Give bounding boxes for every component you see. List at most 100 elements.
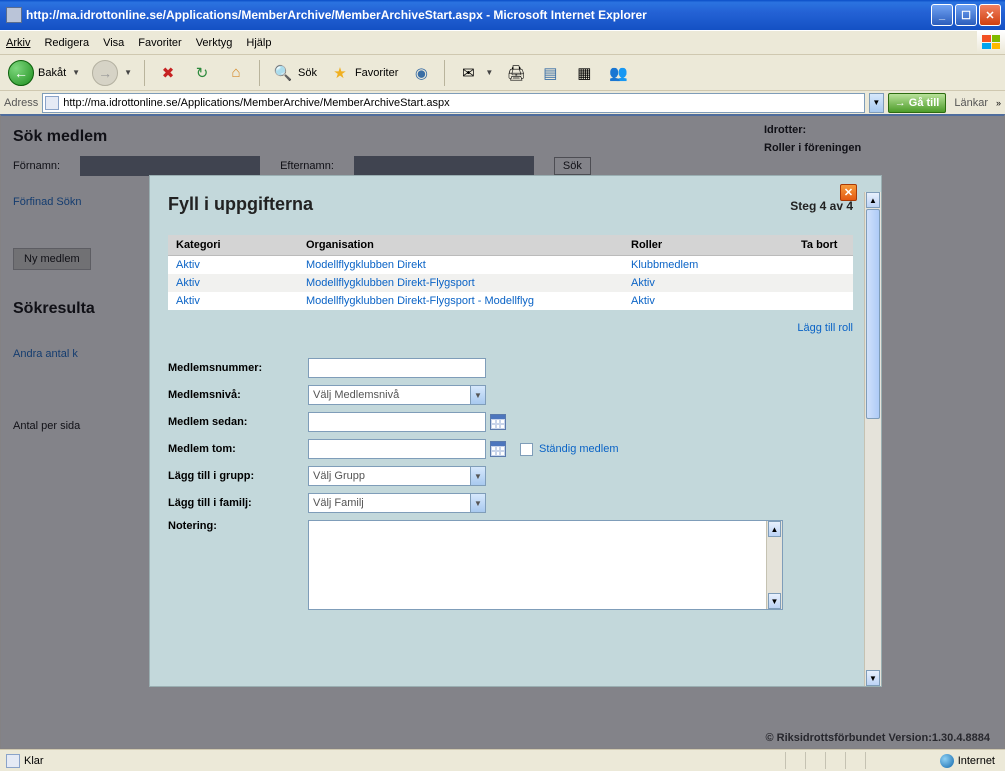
scroll-thumb[interactable] xyxy=(866,209,880,419)
address-label: Adress xyxy=(4,97,38,109)
go-label: Gå till xyxy=(909,97,940,109)
menu-arkiv[interactable]: Arkiv xyxy=(6,37,30,49)
maximize-button[interactable]: ☐ xyxy=(955,4,977,26)
window-titlebar: http://ma.idrottonline.se/Applications/M… xyxy=(0,0,1005,30)
calendar-icon[interactable] xyxy=(490,441,506,457)
forward-button[interactable]: → ▼ xyxy=(88,59,136,87)
input-medlemsnummer[interactable] xyxy=(308,358,486,378)
cell-kategori[interactable]: Aktiv xyxy=(168,292,298,310)
chevron-down-icon[interactable]: ▼ xyxy=(470,467,485,485)
search-label: Sök xyxy=(298,67,317,79)
textarea-scrollbar[interactable]: ▲ ▼ xyxy=(766,521,782,609)
separator xyxy=(259,60,260,86)
menu-verktyg[interactable]: Verktyg xyxy=(196,37,233,49)
separator xyxy=(444,60,445,86)
modal-dialog: ✕ ▲ ▼ Fyll i uppgifterna Steg 4 av 4 Kat… xyxy=(150,176,881,686)
menu-redigera[interactable]: Redigera xyxy=(44,37,89,49)
address-bar: Adress http://ma.idrottonline.se/Applica… xyxy=(0,90,1005,114)
edit-button[interactable]: ▤ xyxy=(535,59,565,87)
print-button[interactable]: 🖨 xyxy=(501,59,531,87)
cell-kategori[interactable]: Aktiv xyxy=(168,256,298,275)
calendar-icon[interactable] xyxy=(490,414,506,430)
table-row: Aktiv Modellflygklubben Direkt-Flygsport… xyxy=(168,292,853,310)
throbber-icon xyxy=(977,31,1005,53)
input-medlem-sedan[interactable] xyxy=(308,412,486,432)
scroll-down-button[interactable]: ▼ xyxy=(768,593,781,609)
modal-close-button[interactable]: ✕ xyxy=(840,184,857,201)
select-value: Välj Medlemsnivå xyxy=(313,389,399,401)
th-tabort: Ta bort xyxy=(793,235,853,256)
modal-scrollbar[interactable]: ▲ ▼ xyxy=(864,192,881,686)
menubar: Arkiv Redigera Visa Favoriter Verktyg Hj… xyxy=(0,30,1005,54)
scroll-up-button[interactable]: ▲ xyxy=(768,521,781,537)
close-button[interactable]: ✕ xyxy=(979,4,1001,26)
modal-title: Fyll i uppgifterna xyxy=(168,194,313,215)
messenger-icon: 👥 xyxy=(607,62,629,84)
th-organisation: Organisation xyxy=(298,235,623,256)
refresh-button[interactable]: ↻ xyxy=(187,59,217,87)
research-icon: ▦ xyxy=(573,62,595,84)
edit-icon: ▤ xyxy=(539,62,561,84)
address-input[interactable]: http://ma.idrottonline.se/Applications/M… xyxy=(42,93,865,113)
menu-favoriter[interactable]: Favoriter xyxy=(138,37,181,49)
history-icon: ◉ xyxy=(410,62,432,84)
link-lagg-till-roll[interactable]: Lägg till roll xyxy=(797,322,853,334)
back-icon: ← xyxy=(8,60,34,86)
refresh-icon: ↻ xyxy=(191,62,213,84)
chevron-down-icon[interactable]: ▼ xyxy=(72,68,80,77)
select-value: Välj Familj xyxy=(313,497,364,509)
menu-visa[interactable]: Visa xyxy=(103,37,124,49)
go-button[interactable]: Gå till xyxy=(888,93,947,113)
page-icon xyxy=(45,96,59,110)
scroll-up-button[interactable]: ▲ xyxy=(866,192,880,208)
label-standig-medlem[interactable]: Ständig medlem xyxy=(539,443,619,455)
address-dropdown[interactable]: ▼ xyxy=(869,93,884,113)
chevron-down-icon[interactable]: ▼ xyxy=(470,386,485,404)
textarea-notering[interactable]: ▲ ▼ xyxy=(308,520,783,610)
toolbar: ← Bakåt ▼ → ▼ ✖ ↻ ⌂ 🔍Sök ★Favoriter ◉ ✉▼… xyxy=(0,54,1005,90)
select-familj[interactable]: Välj Familj ▼ xyxy=(308,493,486,513)
search-button[interactable]: 🔍Sök xyxy=(268,59,321,87)
menu-hjalp[interactable]: Hjälp xyxy=(246,37,271,49)
select-medlemsniva[interactable]: Välj Medlemsnivå ▼ xyxy=(308,385,486,405)
cell-roller[interactable]: Klubbmedlem xyxy=(623,256,793,275)
status-bar: Klar Internet xyxy=(0,749,1005,771)
history-button[interactable]: ◉ xyxy=(406,59,436,87)
messenger-button[interactable]: 👥 xyxy=(603,59,633,87)
th-kategori: Kategori xyxy=(168,235,298,256)
roles-table: Kategori Organisation Roller Ta bort Akt… xyxy=(168,235,853,310)
table-row: Aktiv Modellflygklubben Direkt Klubbmedl… xyxy=(168,256,853,275)
research-button[interactable]: ▦ xyxy=(569,59,599,87)
label-medlem-tom: Medlem tom: xyxy=(168,443,308,455)
label-notering: Notering: xyxy=(168,520,308,532)
globe-icon xyxy=(940,754,954,768)
page-icon xyxy=(6,754,20,768)
back-button[interactable]: ← Bakåt ▼ xyxy=(4,59,84,87)
minimize-button[interactable]: _ xyxy=(931,4,953,26)
select-value: Välj Grupp xyxy=(313,470,365,482)
chevron-down-icon[interactable]: ▼ xyxy=(485,68,493,77)
home-button[interactable]: ⌂ xyxy=(221,59,251,87)
mail-button[interactable]: ✉▼ xyxy=(453,59,497,87)
chevron-down-icon[interactable]: ▼ xyxy=(124,68,132,77)
stop-button[interactable]: ✖ xyxy=(153,59,183,87)
cell-kategori[interactable]: Aktiv xyxy=(168,274,298,292)
label-lagg-grupp: Lägg till i grupp: xyxy=(168,470,308,482)
links-label[interactable]: Länkar xyxy=(954,97,988,109)
input-medlem-tom[interactable] xyxy=(308,439,486,459)
app-icon xyxy=(6,7,22,23)
chevron-right-icon[interactable]: » xyxy=(996,98,1001,108)
checkbox-standig-medlem[interactable] xyxy=(520,443,533,456)
cell-organisation[interactable]: Modellflygklubben Direkt-Flygsport - Mod… xyxy=(298,292,623,310)
favorites-button[interactable]: ★Favoriter xyxy=(325,59,402,87)
cell-organisation[interactable]: Modellflygklubben Direkt xyxy=(298,256,623,275)
chevron-down-icon[interactable]: ▼ xyxy=(470,494,485,512)
scroll-down-button[interactable]: ▼ xyxy=(866,670,880,686)
select-grupp[interactable]: Välj Grupp ▼ xyxy=(308,466,486,486)
cell-roller[interactable]: Aktiv xyxy=(623,292,793,310)
window-title: http://ma.idrottonline.se/Applications/M… xyxy=(26,8,931,22)
cell-roller[interactable]: Aktiv xyxy=(623,274,793,292)
cell-organisation[interactable]: Modellflygklubben Direkt-Flygsport xyxy=(298,274,623,292)
label-medlemsniva: Medlemsnivå: xyxy=(168,389,308,401)
forward-icon: → xyxy=(92,60,118,86)
